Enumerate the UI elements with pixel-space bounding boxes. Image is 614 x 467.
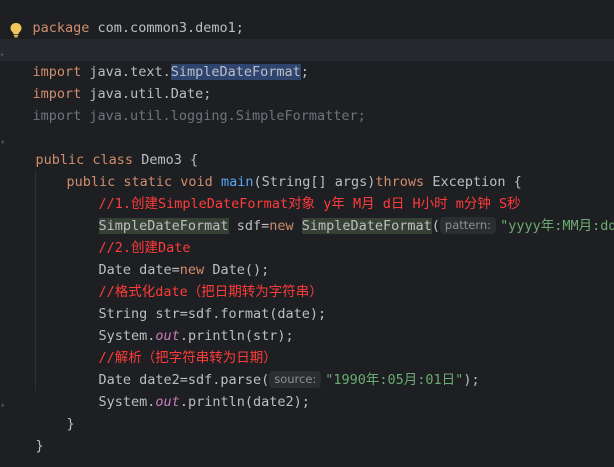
code-line-class-declaration[interactable]: public class Demo3 {	[3, 127, 199, 168]
code-line-import-date[interactable]: import java.util.Date;	[0, 61, 212, 102]
fold-marker-class[interactable]: ▾	[0, 138, 6, 148]
source-string: "1990年:05月:01日"	[325, 372, 464, 388]
system-class: System.	[98, 394, 156, 410]
statement-end: );	[463, 372, 480, 388]
code-line-close-method[interactable]: }	[34, 391, 75, 432]
code-line-date-declaration[interactable]: Date date=new Date();	[66, 237, 270, 278]
code-line-package[interactable]: package com.common3.demo1;	[0, 0, 244, 36]
code-line-close-class[interactable]: }	[3, 413, 44, 454]
println-call: .println(date2);	[179, 394, 310, 410]
closing-brace: }	[35, 438, 44, 454]
pattern-string: "yyyy年:MM月:dd日"	[500, 218, 614, 234]
parameter-hint-pattern: pattern:	[439, 217, 497, 234]
indent-guide	[35, 171, 36, 391]
import-semicolon: ;	[300, 64, 309, 80]
closing-brace: }	[66, 416, 75, 432]
code-line-println-date2[interactable]: System.out.println(date2);	[66, 369, 310, 410]
fold-marker-method-end[interactable]: ▴	[0, 400, 6, 410]
out-field: out	[155, 394, 180, 410]
open-paren: (	[431, 218, 440, 234]
code-line-comment-format[interactable]: //格式化date（把日期转为字符串）	[66, 259, 323, 300]
code-line-sdf-declaration[interactable]: SimpleDateFormat sdf=new SimpleDateForma…	[66, 193, 614, 234]
fold-marker-imports[interactable]: ▸	[0, 50, 6, 60]
code-line-comment-create-sdf[interactable]: //1.创建SimpleDateFormat对象 y年 M月 d日 H小时 m分…	[66, 171, 521, 212]
package-keyword: package	[32, 20, 90, 36]
constructor-name: SimpleDateFormat	[301, 218, 432, 234]
package-name: com.common3.demo1;	[89, 20, 244, 36]
code-line-format-call[interactable]: String str=sdf.format(date);	[66, 281, 327, 322]
code-line-println-str[interactable]: System.out.println(str);	[66, 303, 294, 344]
new-keyword: new	[269, 218, 294, 234]
code-line-comment-create-date[interactable]: //2.创建Date	[66, 215, 191, 256]
code-line-comment-parse[interactable]: //解析（把字符串转为日期）	[66, 325, 277, 366]
lightbulb-icon[interactable]	[9, 22, 23, 38]
code-line-unused-import[interactable]: import java.util.logging.SimpleFormatter…	[0, 83, 366, 124]
code-line-parse-call[interactable]: Date date2=sdf.parse(source: "1990年:05月:0…	[66, 347, 480, 388]
code-line-import-simpledateformat[interactable]: import java.text.SimpleDateFormat;	[0, 39, 614, 80]
unused-import-text: import java.util.logging.SimpleFormatter…	[32, 108, 366, 124]
variable-assign: sdf=	[228, 218, 270, 234]
code-editor[interactable]: package com.common3.demo1; import java.t…	[0, 0, 614, 467]
code-line-main-method[interactable]: public static void main(String[] args)th…	[34, 149, 522, 190]
